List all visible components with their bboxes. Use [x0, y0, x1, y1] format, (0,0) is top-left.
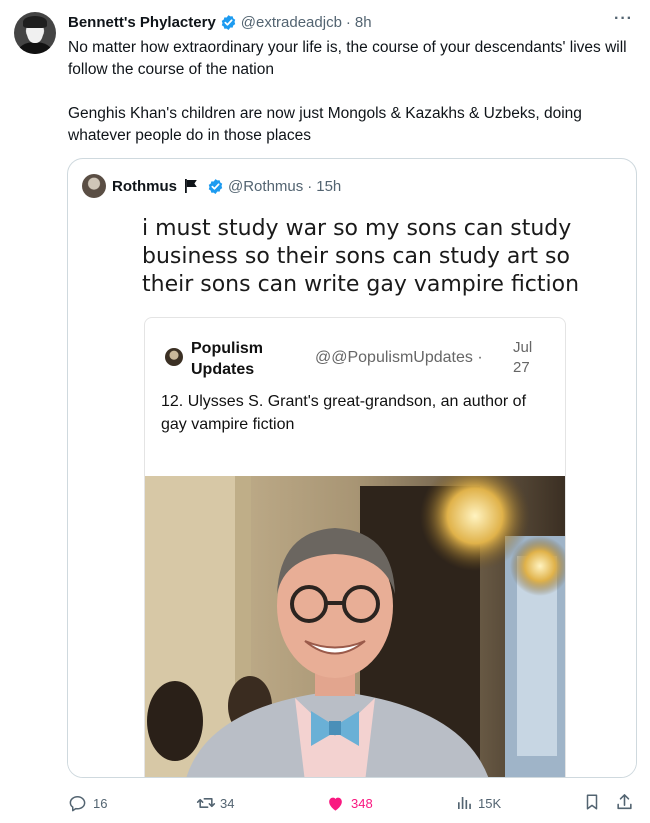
tweet-time[interactable]: 8h — [355, 14, 372, 31]
quote-author-handle[interactable]: @Rothmus — [228, 178, 303, 195]
share-icon — [617, 794, 632, 810]
inner-text: 12. Ulysses S. Grant's great-grandson, a… — [161, 393, 527, 433]
action-share[interactable] — [615, 792, 634, 817]
photo-illustration — [145, 476, 565, 777]
tweet-text: No matter how extraordinary your life is… — [68, 37, 640, 147]
quote-avatar[interactable] — [82, 174, 106, 198]
action-like[interactable]: 348 — [326, 792, 373, 814]
like-icon — [329, 797, 342, 811]
avatar-hair — [23, 16, 47, 28]
repost-icon — [196, 798, 216, 808]
photo-man-bowtie — [145, 476, 565, 777]
tweet-paragraph: No matter how extraordinary your life is… — [68, 39, 627, 78]
inner-author-name: Populism Updates — [191, 340, 264, 378]
verified-icon — [208, 178, 223, 194]
verified-icon — [221, 14, 236, 30]
avatar-coat — [18, 42, 52, 54]
inner-avatar — [165, 348, 183, 366]
bookmark-icon — [586, 794, 598, 810]
author-avatar[interactable] — [14, 12, 56, 54]
action-reply[interactable]: 16 — [68, 792, 107, 814]
reply-icon — [69, 795, 86, 811]
action-views[interactable]: 15K — [455, 792, 501, 814]
separator-dot: · — [307, 177, 313, 195]
quote-time[interactable]: 15h — [316, 178, 341, 195]
more-icon[interactable]: ··· — [614, 10, 633, 28]
separator-dot: · — [345, 13, 351, 31]
author-name[interactable]: Bennett's Phylactery — [68, 14, 216, 31]
views-count: 15K — [478, 795, 502, 811]
inner-author-handle: @@PopulismUpdates · — [315, 349, 483, 366]
repost-count: 34 — [220, 795, 235, 811]
action-repost[interactable]: 34 — [196, 792, 234, 814]
action-bookmark[interactable] — [583, 792, 601, 817]
views-icon — [458, 797, 471, 809]
tweet[interactable]: Bennett's Phylactery @extradeadjcb · 8h … — [0, 0, 650, 823]
tweet-paragraph: Genghis Khan's children are now just Mon… — [68, 105, 582, 144]
quoted-tweet[interactable]: Rothmus @Rothmus · 15h i must study war … — [67, 158, 637, 778]
tweet-header: Bennett's Phylactery @extradeadjcb · 8h — [68, 12, 372, 32]
inner-date: Jul 27 — [513, 339, 533, 376]
meme-caption: i must study war so my sons can study bu… — [142, 216, 580, 297]
quote-header: Rothmus @Rothmus · 15h — [82, 174, 341, 198]
flag-icon — [185, 179, 197, 193]
screenshot-tweet-card: Populism Updates @@PopulismUpdates · Jul… — [144, 317, 566, 777]
reply-count: 16 — [93, 795, 108, 811]
like-count: 348 — [351, 795, 373, 811]
meme-image[interactable]: i must study war so my sons can study bu… — [68, 205, 636, 777]
author-handle[interactable]: @extradeadjcb — [241, 14, 342, 31]
quote-author-name[interactable]: Rothmus — [112, 178, 177, 195]
